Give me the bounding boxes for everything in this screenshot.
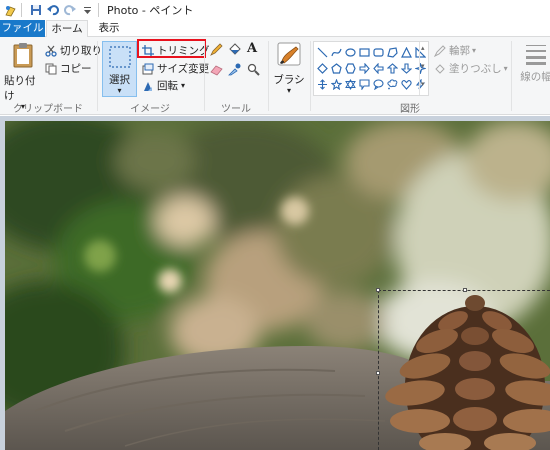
title-separator — [98, 3, 99, 17]
eraser-icon — [210, 65, 223, 76]
rotate-button[interactable]: 回転 ▾ — [141, 78, 185, 93]
fill-icon — [433, 62, 446, 75]
triangle-shape-icon[interactable] — [400, 44, 413, 60]
pencil-tool[interactable] — [210, 43, 223, 56]
resize-label: サイズ変更 — [157, 63, 210, 75]
rectangular-callout-shape-icon[interactable] — [358, 76, 371, 92]
right-arrow-shape-icon[interactable] — [358, 60, 371, 76]
fill-label: 塗りつぶし — [449, 63, 502, 75]
pentagon-shape-icon[interactable] — [330, 60, 343, 76]
shapes-gallery-scrollbar[interactable]: ▴ ▾ ▾ — [419, 42, 428, 95]
paint-app-icon[interactable] — [3, 3, 17, 17]
copy-button[interactable]: コピー — [44, 61, 92, 76]
crop-highlight-box — [137, 39, 206, 58]
outline-icon — [433, 44, 446, 57]
rounded-rectangle-shape-icon[interactable] — [372, 44, 385, 60]
chevron-down-icon: ▾ — [117, 86, 122, 95]
window-title: Photo - ペイント — [107, 4, 194, 17]
brush-icon — [277, 42, 301, 66]
brushes-button[interactable]: ブラシ ▾ — [270, 41, 308, 95]
title-bar: Photo - ペイント — [0, 0, 550, 20]
tab-view[interactable]: 表示 — [94, 20, 124, 37]
text-tool[interactable]: A — [247, 41, 257, 56]
polygon-shape-icon[interactable] — [386, 44, 399, 60]
group-separator — [268, 41, 269, 111]
five-point-star-shape-icon[interactable] — [330, 76, 343, 92]
clipboard-group-label: クリップボード — [13, 104, 83, 115]
diamond-shape-icon[interactable] — [316, 60, 329, 76]
group-separator — [511, 41, 512, 111]
tab-file[interactable]: ファイル — [0, 20, 45, 37]
oval-callout-shape-icon[interactable] — [372, 76, 385, 92]
scissors-icon — [44, 44, 57, 57]
selection-handle[interactable] — [463, 288, 467, 292]
shapes-group-label: 図形 — [400, 104, 420, 115]
customize-qat-icon[interactable] — [80, 3, 94, 17]
canvas-area[interactable] — [0, 116, 550, 450]
eyedropper-icon — [228, 63, 241, 76]
select-button[interactable]: 選択 ▾ — [102, 41, 137, 97]
cut-button[interactable]: 切り取り — [44, 43, 102, 58]
qat-separator — [21, 3, 22, 17]
cloud-callout-shape-icon[interactable] — [386, 76, 399, 92]
photo-image[interactable] — [5, 121, 550, 450]
rectangle-shape-icon[interactable] — [358, 44, 371, 60]
redo-icon[interactable] — [63, 3, 77, 17]
cut-label: 切り取り — [60, 45, 102, 57]
save-icon[interactable] — [29, 3, 43, 17]
outline-label: 輪郭 — [449, 45, 470, 57]
left-arrow-shape-icon[interactable] — [372, 60, 385, 76]
resize-button[interactable]: サイズ変更 — [141, 61, 209, 76]
selection-handle[interactable] — [376, 288, 380, 292]
brush-label: ブラシ — [273, 74, 305, 86]
ribbon-tab-bar: ファイル ホーム 表示 — [0, 20, 550, 38]
magnifier-icon — [247, 63, 260, 76]
tools-group-label: ツール — [221, 104, 251, 115]
fill-button[interactable]: 塗りつぶし ▾ — [433, 61, 508, 76]
four-arrow-shape-icon[interactable] — [316, 76, 329, 92]
clipboard-icon — [13, 43, 33, 68]
chevron-down-icon: ▾ — [503, 64, 508, 73]
tab-home[interactable]: ホーム — [46, 20, 88, 38]
line-width-icon — [526, 45, 546, 65]
copy-icon — [44, 62, 57, 75]
scroll-down-icon[interactable]: ▾ — [421, 62, 425, 70]
chevron-down-icon: ▾ — [181, 81, 186, 90]
magnifier-tool[interactable] — [247, 63, 260, 76]
eraser-tool[interactable] — [210, 63, 223, 76]
oval-shape-icon[interactable] — [344, 44, 357, 60]
chevron-down-icon: ▾ — [472, 46, 477, 55]
pencil-icon — [210, 43, 223, 56]
up-arrow-shape-icon[interactable] — [386, 60, 399, 76]
paste-label: 貼り付け — [4, 75, 36, 102]
select-icon — [108, 46, 131, 68]
undo-icon[interactable] — [46, 3, 60, 17]
color-picker-tool[interactable] — [228, 63, 241, 76]
fill-tool[interactable] — [228, 43, 241, 56]
size-label: 線の幅 — [520, 71, 550, 83]
hexagon-shape-icon[interactable] — [344, 60, 357, 76]
rotate-icon — [141, 79, 154, 92]
copy-label: コピー — [60, 63, 92, 75]
line-shape-icon[interactable] — [316, 44, 329, 60]
resize-icon — [141, 62, 154, 75]
six-point-star-shape-icon[interactable] — [344, 76, 357, 92]
curve-shape-icon[interactable] — [330, 44, 343, 60]
ribbon: 貼り付け ▾ 切り取り コピー クリップボード 選択 ▾ トリミング サイズ変更 — [0, 37, 550, 115]
gallery-expand-icon[interactable]: ▾ — [421, 80, 425, 88]
select-label: 選択 — [109, 74, 130, 86]
paint-bucket-icon — [229, 43, 241, 55]
outline-button[interactable]: 輪郭 ▾ — [433, 43, 476, 58]
size-button[interactable]: 線の幅 — [516, 41, 550, 84]
chevron-down-icon: ▾ — [286, 86, 291, 95]
scroll-up-icon[interactable]: ▴ — [421, 44, 425, 52]
down-arrow-shape-icon[interactable] — [400, 60, 413, 76]
selection-handle[interactable] — [376, 371, 380, 375]
rotate-label: 回転 — [157, 80, 178, 92]
heart-shape-icon[interactable] — [400, 76, 413, 92]
shapes-gallery: ▴ ▾ ▾ — [313, 41, 429, 96]
selection-rectangle[interactable] — [376, 288, 550, 450]
image-group-label: イメージ — [130, 104, 170, 115]
